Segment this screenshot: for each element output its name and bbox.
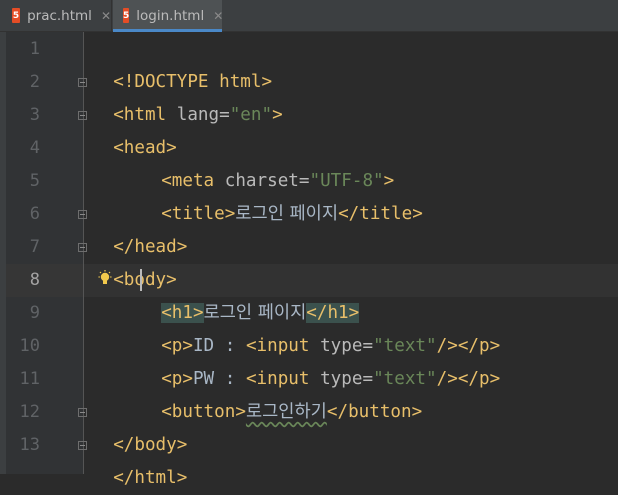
text-content: 로그인 페이지	[235, 204, 339, 224]
text-content: 로그인하기	[245, 402, 327, 422]
tag-name: html	[134, 468, 177, 488]
fold-icon[interactable]	[78, 408, 87, 417]
tab-prac-html[interactable]: 5 prac.html ✕	[0, 0, 112, 31]
close-icon[interactable]: ✕	[101, 9, 111, 23]
line-number: 11	[19, 369, 40, 389]
tag-bracket: <	[113, 138, 124, 158]
line-number: 4	[29, 138, 40, 158]
tag-bracket: >	[235, 402, 246, 422]
fold-icon[interactable]	[78, 78, 87, 87]
tag-bracket: >	[272, 105, 283, 125]
tag-bracket: >	[224, 204, 236, 224]
line-number: 6	[29, 204, 40, 224]
tab-label: prac.html	[27, 7, 92, 24]
tag-bracket: >	[176, 237, 188, 257]
line-number: 12	[19, 402, 40, 422]
tag-bracket: >	[489, 369, 501, 389]
tab-login-html[interactable]: 5 login.html ✕	[113, 0, 223, 32]
tag-name: title	[359, 204, 413, 224]
code-line-7[interactable]: <body>	[92, 231, 177, 290]
html5-file-icon: 5	[12, 8, 21, 23]
text-caret	[140, 269, 142, 291]
tab-label: login.html	[136, 7, 205, 24]
line-number: 3	[29, 105, 40, 125]
editor-tab-bar: 5 prac.html ✕ 5 login.html ✕	[0, 0, 618, 32]
html5-file-icon: 5	[123, 8, 130, 23]
attribute-value: "en"	[229, 105, 273, 125]
line-number: 1	[29, 39, 40, 59]
code-line-12[interactable]: </body>	[92, 396, 187, 455]
tag-bracket: />	[436, 369, 458, 389]
fold-icon[interactable]	[78, 441, 87, 450]
tag-bracket: <	[113, 270, 124, 290]
close-icon[interactable]: ✕	[213, 9, 223, 23]
line-number: 7	[29, 237, 40, 257]
tag-bracket: </	[338, 204, 360, 224]
tag-bracket: >	[412, 204, 423, 224]
code-line-13[interactable]: </html>	[92, 429, 187, 488]
line-number: 2	[29, 72, 40, 92]
fold-icon[interactable]	[78, 210, 87, 219]
tag-bracket: </	[113, 468, 135, 488]
code-line-2[interactable]: <html lang="en">	[92, 66, 283, 125]
fold-icon[interactable]	[78, 111, 87, 120]
tag-bracket: </	[326, 402, 349, 422]
code-line-5[interactable]: <title>로그인 페이지</title>	[140, 165, 423, 224]
code-line-6[interactable]: </head>	[92, 198, 187, 257]
code-line-11[interactable]: <button>로그인하기</button>	[140, 363, 422, 422]
tag-bracket: >	[411, 402, 423, 422]
code-line-8[interactable]: <h1>로그인 페이지</h1>	[140, 264, 360, 323]
code-line-10[interactable]: <p>PW : <input type="text"/></p>	[140, 330, 500, 389]
tag-bracket: </	[457, 369, 479, 389]
tag-name: p	[479, 369, 490, 389]
active-tab-indicator	[113, 29, 222, 32]
line-number: 13	[19, 435, 40, 455]
code-line-4[interactable]: <meta charset="UTF-8">	[140, 132, 394, 191]
line-number: 5	[29, 171, 40, 191]
code-line-9[interactable]: <p>ID : <input type="text"/></p>	[140, 297, 500, 356]
fold-icon[interactable]	[78, 243, 87, 252]
line-number-current: 8	[29, 270, 40, 290]
code-line-1[interactable]: <!DOCTYPE html>	[92, 33, 272, 92]
code-line-3[interactable]: <head>	[92, 99, 177, 158]
tag-bracket: >	[176, 468, 188, 488]
tag-name: button	[348, 402, 412, 422]
line-number: 10	[19, 336, 40, 356]
line-number: 9	[29, 303, 40, 323]
